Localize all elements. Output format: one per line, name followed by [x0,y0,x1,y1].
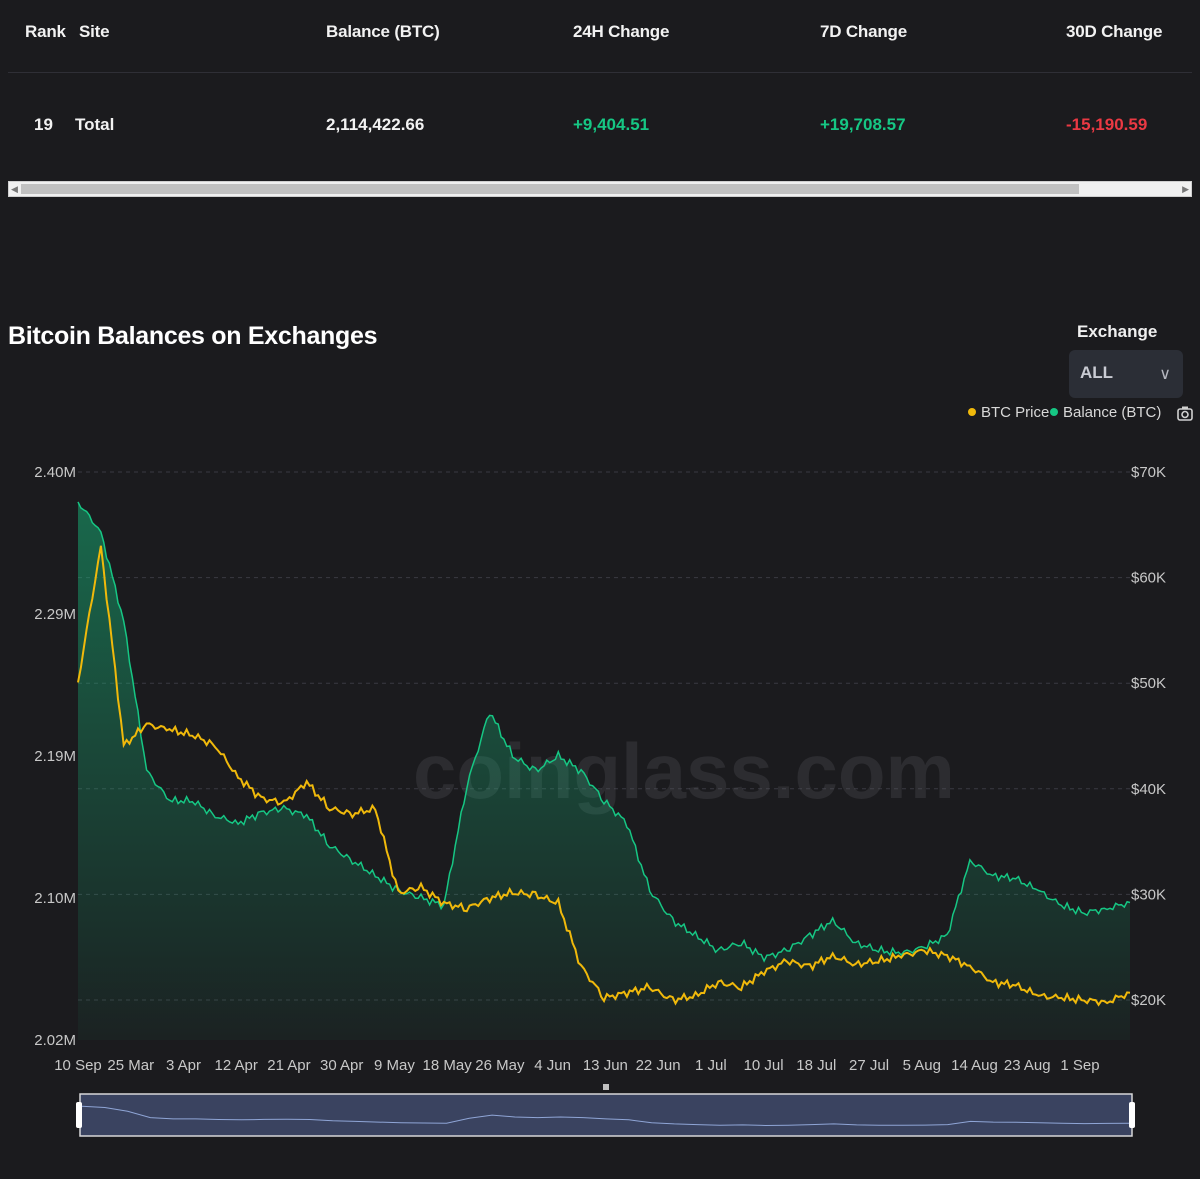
header-7d-change[interactable]: 7D Change [820,22,907,42]
scroll-right-icon[interactable]: ▶ [1182,182,1189,196]
camera-icon[interactable] [1176,404,1194,422]
cell-30d-change: -15,190.59 [1066,115,1148,134]
x-tick-label: 5 Aug [903,1057,941,1074]
cell-site: Total [75,115,115,134]
y-right-tick-label: $40K [1131,781,1166,798]
horizontal-scrollbar[interactable]: ◀ ▶ [8,181,1192,197]
x-tick-label: 9 May [374,1057,415,1074]
y-axis-right: $70K $60K $50K $40K $30K $20K [1131,464,1166,1009]
y-left-tick-label: 2.29M [34,606,76,623]
scroll-left-icon[interactable]: ◀ [11,182,18,196]
cell-balance: 2,114,422.66 [326,115,425,134]
cell-24h-change: +9,404.51 [573,115,650,134]
y-right-tick-label: $30K [1131,886,1166,903]
header-rank[interactable]: Rank [25,22,66,42]
balance-legend-icon [1050,408,1058,417]
x-tick-label: 18 Jul [796,1057,836,1074]
scrollbar-thumb[interactable] [21,184,1079,194]
exchange-select-value: ALL [1080,363,1114,382]
legend-btc-price-label: BTC Price [981,404,1050,421]
legend-btc-price[interactable]: BTC Price [968,404,1049,421]
x-tick-label: 23 Aug [1004,1057,1051,1074]
header-divider [8,72,1192,73]
navigator-drag-handle[interactable] [603,1084,609,1090]
x-tick-label: 21 Apr [267,1057,310,1074]
x-tick-label: 13 Jun [583,1057,628,1074]
x-tick-label: 3 Apr [166,1057,201,1074]
x-tick-label: 27 Jul [849,1057,889,1074]
x-tick-label: 1 Sep [1060,1057,1099,1074]
navigator-left-handle[interactable] [76,1102,82,1128]
navigator-window[interactable] [79,1093,1133,1137]
range-navigator[interactable] [76,1084,1135,1137]
x-tick-label: 25 Mar [107,1057,154,1074]
y-left-tick-label: 2.02M [34,1032,76,1049]
y-right-tick-label: $50K [1131,675,1166,692]
header-site[interactable]: Site [79,22,110,42]
x-tick-label: 26 May [475,1057,525,1074]
exchange-label: Exchange [1077,322,1158,341]
y-left-tick-label: 2.19M [34,748,76,765]
exchange-balance-table: Rank Site Balance (BTC) 24H Change 7D Ch… [8,0,1192,198]
x-tick-label: 10 Jul [744,1057,784,1074]
chart-title: Bitcoin Balances on Exchanges [8,322,378,350]
y-axis-left: 2.40M 2.29M 2.19M 2.10M 2.02M [34,464,76,1049]
legend-balance-label: Balance (BTC) [1063,404,1162,421]
x-tick-label: 30 Apr [320,1057,363,1074]
header-30d-change[interactable]: 30D Change [1066,22,1162,42]
header-24h-change[interactable]: 24H Change [573,22,669,42]
x-tick-label: 4 Jun [534,1057,571,1074]
cell-7d-change: +19,708.57 [820,115,906,134]
x-tick-label: 18 May [423,1057,473,1074]
y-left-tick-label: 2.40M [34,464,76,481]
x-tick-label: 10 Sep [54,1057,102,1074]
y-right-tick-label: $20K [1131,992,1166,1009]
x-tick-label: 22 Jun [636,1057,681,1074]
x-tick-label: 12 Apr [215,1057,258,1074]
x-axis: 10 Sep 25 Mar 3 Apr 12 Apr 21 Apr 30 Apr 9 May… [54,1057,1099,1074]
y-right-tick-label: $70K [1131,464,1166,481]
x-tick-label: 1 Jul [695,1057,727,1074]
x-tick-label: 14 Aug [951,1057,998,1074]
legend-balance[interactable]: Balance (BTC) [1050,404,1161,421]
navigator-right-handle[interactable] [1129,1102,1135,1128]
balance-chart: coinglass.com 2.40M2.29M2.19M2.10M2.02M … [34,464,1166,1137]
header-balance[interactable]: Balance (BTC) [326,22,440,42]
chevron-down-icon: ∨ [1159,366,1171,383]
exchange-select[interactable]: ALL ∨ [1069,350,1183,398]
cell-rank: 19 [34,115,53,134]
y-right-tick-label: $60K [1131,570,1166,587]
btc-price-legend-icon [968,408,976,417]
y-left-tick-label: 2.10M [34,890,76,907]
